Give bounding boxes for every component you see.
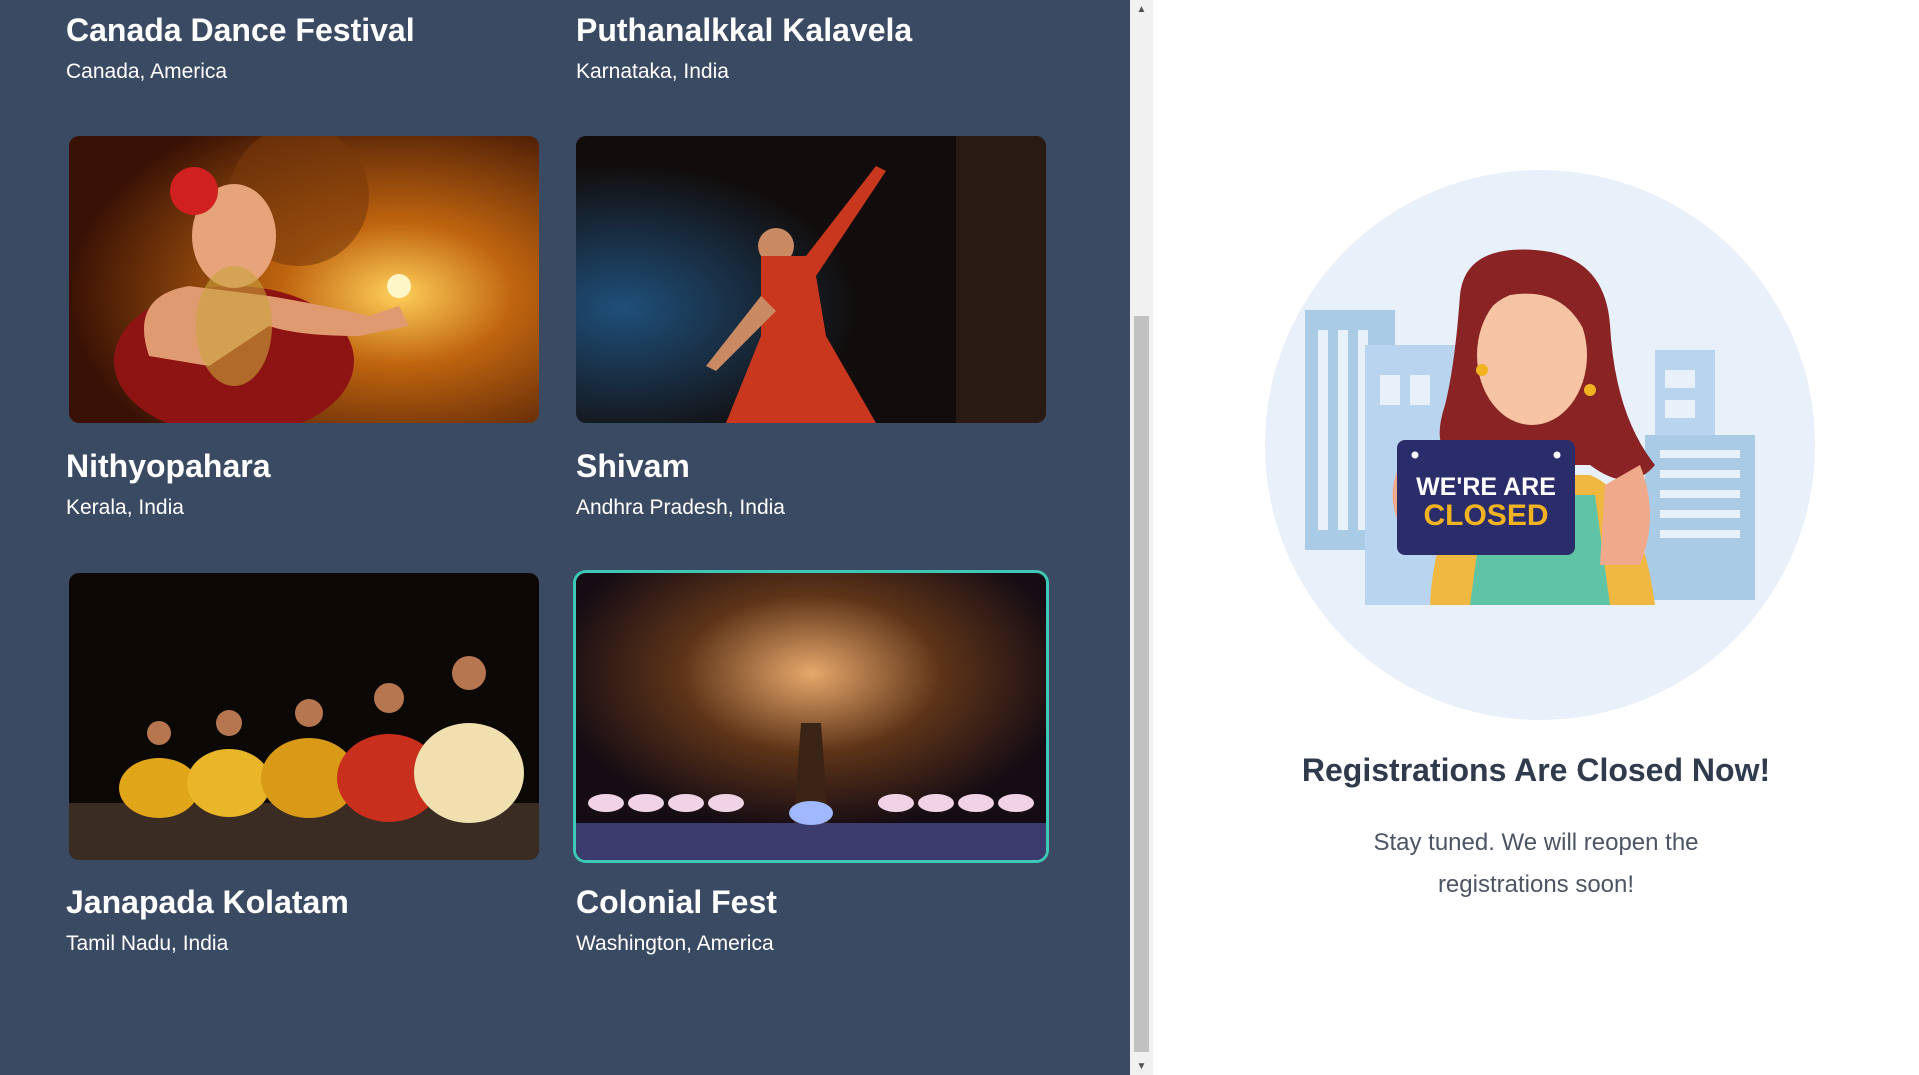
- registration-panel: WE'RE ARE CLOSED Registrations Are Close…: [1153, 0, 1919, 1075]
- registration-closed-heading: Registrations Are Closed Now!: [1301, 752, 1771, 788]
- registration-closed-message: Stay tuned. We will reopen the registrat…: [1373, 829, 1699, 898]
- scroll-down-arrow-icon[interactable]: ▼: [1130, 1057, 1153, 1075]
- event-location: Andhra Pradesh, India: [576, 496, 785, 519]
- event-location: Tamil Nadu, India: [66, 932, 229, 955]
- event-image-janapada-kolatam[interactable]: [69, 573, 539, 860]
- event-title[interactable]: Canada Dance Festival: [66, 12, 415, 49]
- event-title[interactable]: Janapada Kolatam: [66, 884, 349, 921]
- event-location: Karnataka, India: [576, 60, 729, 83]
- event-image-nithyopahara[interactable]: [69, 136, 539, 423]
- event-title[interactable]: Colonial Fest: [576, 884, 777, 921]
- vertical-scrollbar[interactable]: ▲ ▼: [1130, 0, 1153, 1075]
- sign-line-1: WE'RE ARE: [1416, 473, 1556, 501]
- event-image-colonial-fest[interactable]: [576, 573, 1046, 860]
- event-title[interactable]: Nithyopahara: [66, 448, 270, 485]
- scroll-thumb[interactable]: [1134, 316, 1149, 1052]
- scroll-up-arrow-icon[interactable]: ▲: [1130, 0, 1153, 18]
- closed-sign-illustration: WE'RE ARE CLOSED: [1260, 165, 1820, 725]
- event-location: Canada, America: [66, 60, 228, 83]
- event-location: Washington, America: [576, 932, 774, 955]
- sign-line-2: CLOSED: [1423, 499, 1548, 532]
- events-panel: Canada Dance Festival Canada, America Pu…: [0, 0, 1130, 1075]
- event-location: Kerala, India: [66, 496, 184, 519]
- event-image-shivam[interactable]: [576, 136, 1046, 423]
- event-title[interactable]: Shivam: [576, 448, 690, 485]
- event-title[interactable]: Puthanalkkal Kalavela: [576, 12, 912, 49]
